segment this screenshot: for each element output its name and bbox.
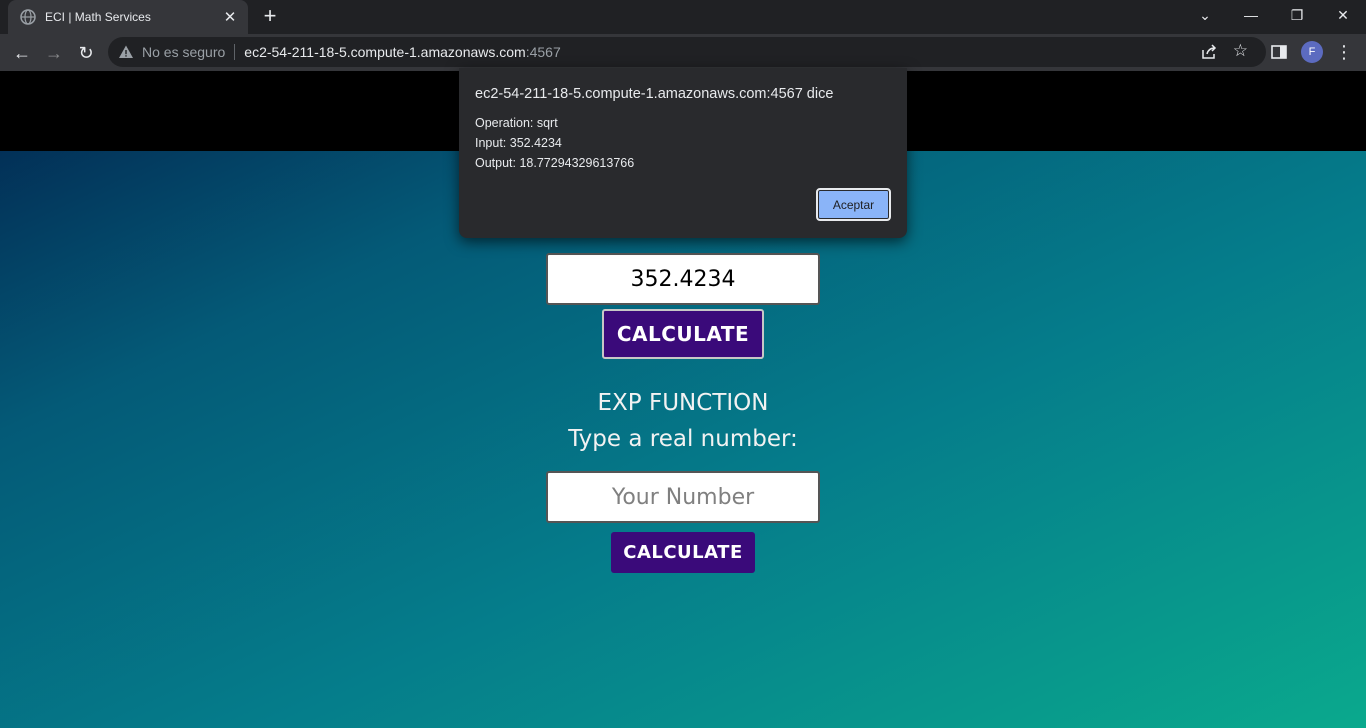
exp-function-title: EXP FUNCTION	[597, 390, 769, 416]
dialog-operation-text: Operation: sqrt	[475, 116, 558, 130]
profile-avatar[interactable]: F	[1301, 41, 1323, 63]
address-bar[interactable]: No es seguro ec2-54-211-18-5.compute-1.a…	[108, 37, 1266, 67]
dialog-output-text: Output: 18.77294329613766	[475, 156, 635, 170]
dialog-title: ec2-54-211-18-5.compute-1.amazonaws.com:…	[475, 86, 834, 102]
tab-title: ECI | Math Services	[45, 10, 151, 24]
tab-close-icon[interactable]: ✕	[222, 8, 238, 26]
url-host[interactable]: ec2-54-211-18-5.compute-1.amazonaws.com	[244, 44, 525, 60]
dialog-input-text: Input: 352.4234	[475, 136, 562, 150]
exp-number-input[interactable]	[546, 471, 820, 523]
omnibox-divider	[234, 44, 236, 60]
sqrt-number-input[interactable]	[546, 253, 820, 305]
reload-button[interactable]: ↻	[72, 39, 100, 67]
url-port[interactable]: :4567	[526, 44, 561, 60]
globe-icon	[20, 9, 36, 25]
new-tab-button[interactable]: +	[258, 4, 282, 28]
browser-toolbar: ← → ↻ No es seguro ec2-54-211-18-5.compu…	[0, 34, 1366, 71]
minimize-button[interactable]: —	[1228, 0, 1274, 30]
sqrt-calculate-button[interactable]: CALCULATE	[602, 309, 764, 359]
dialog-ok-button[interactable]: Aceptar	[816, 188, 891, 221]
warning-icon[interactable]	[118, 44, 134, 60]
restore-button[interactable]: ❐	[1274, 0, 1320, 30]
forward-button[interactable]: →	[40, 39, 68, 67]
tab-strip: ECI | Math Services ✕ + ⌄ — ❐ ✕	[0, 0, 1366, 34]
exp-input-prompt: Type a real number:	[568, 426, 798, 452]
exp-calculate-button[interactable]: CALCULATE	[611, 532, 755, 573]
back-button[interactable]: ←	[8, 39, 36, 67]
tab-search-icon[interactable]: ⌄	[1182, 0, 1228, 30]
browser-tab[interactable]: ECI | Math Services ✕	[8, 0, 248, 34]
browser-menu-icon[interactable]: ⋮	[1334, 38, 1354, 66]
security-label[interactable]: No es seguro	[142, 44, 225, 60]
close-window-button[interactable]: ✕	[1320, 0, 1366, 30]
side-panel-icon[interactable]	[1271, 44, 1287, 60]
share-icon[interactable]	[1200, 43, 1218, 61]
bookmark-star-icon[interactable]: ☆	[1233, 40, 1248, 62]
